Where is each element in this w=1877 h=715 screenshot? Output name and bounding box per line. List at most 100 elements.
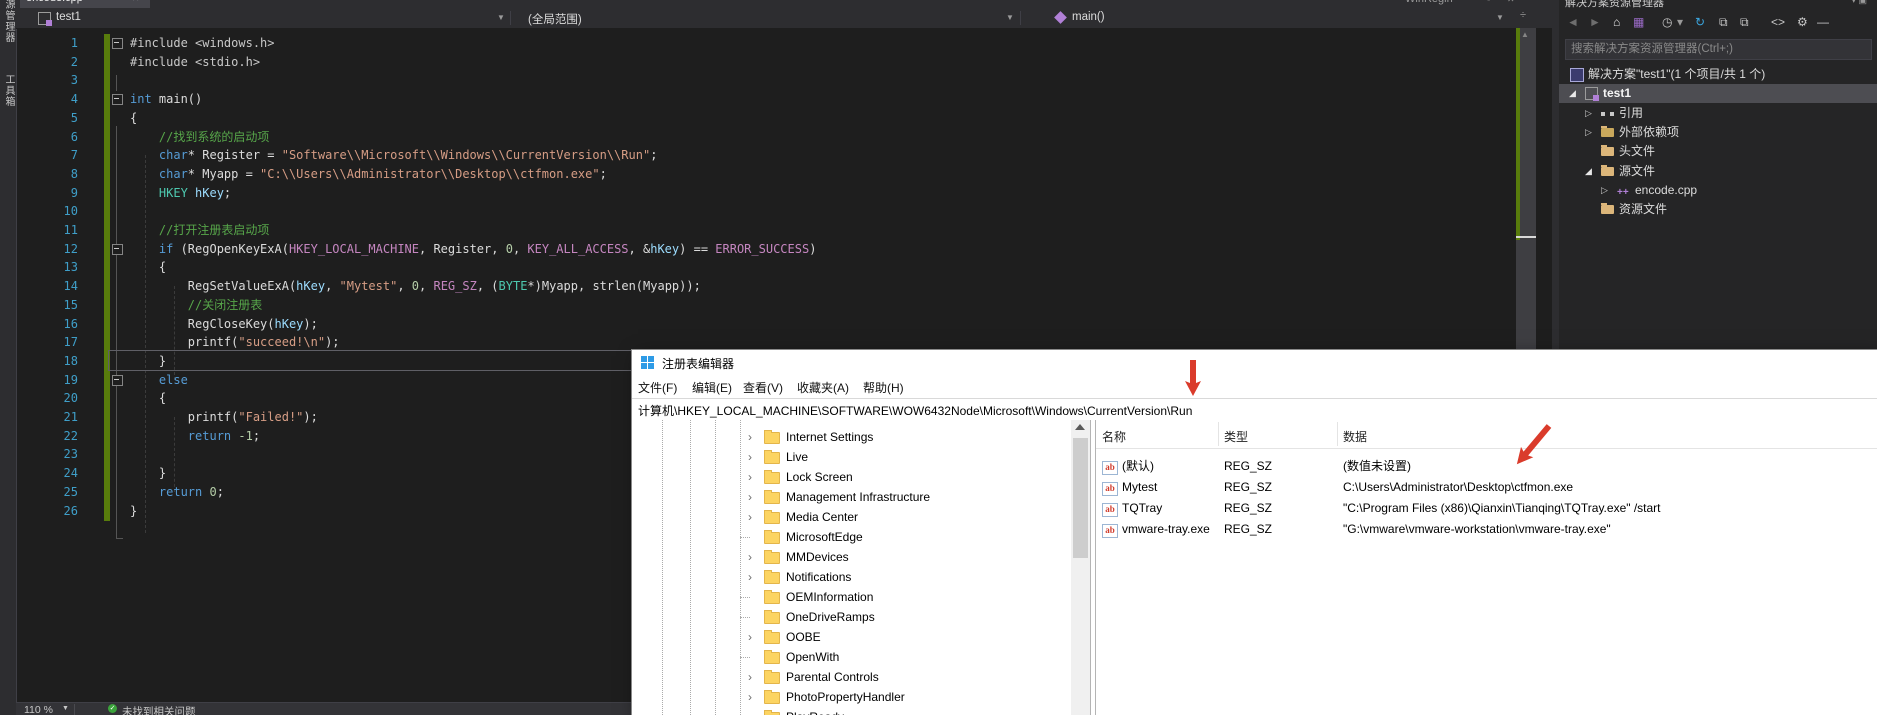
tree-collapsed-icon[interactable]: › [748,627,752,647]
chevron-down-icon[interactable]: ▼ [1496,13,1504,22]
chevron-down-icon[interactable]: ▼ [62,705,69,712]
tree-collapsed-icon[interactable]: › [748,467,752,487]
search-input[interactable]: 搜索解决方案资源管理器(Ctrl+;) [1565,39,1872,60]
column-header-1[interactable]: 类型 [1224,428,1248,445]
code-line[interactable]: 16 RegCloseKey(hKey); [16,315,1532,334]
registry-key-row[interactable]: OneDriveRamps [632,607,1071,627]
tree-collapsed-icon[interactable]: ▷ [1601,181,1608,200]
solution-tree-item-6[interactable]: ▷ ++ encode.cpp [1559,181,1877,200]
registry-value-row[interactable]: ab TQTray REG_SZ "C:\Program Files (x86)\Qi… [1096,498,1877,519]
solution-tree-item-7[interactable]: 资源文件 [1559,200,1877,219]
registry-key-row[interactable]: › Internet Settings [632,427,1071,447]
code-line[interactable]: 14 RegSetValueExA(hKey, "Mytest", 0, REG… [16,277,1532,296]
solution-tree-item-4[interactable]: 头文件 [1559,142,1877,161]
pending-changes-icon[interactable]: ◷ [1662,14,1672,30]
pin-icon[interactable]: ▾ ▣ [1851,0,1867,6]
menu-item-4[interactable]: 帮助(H) [863,379,904,396]
code-line[interactable]: 10 [16,202,1532,221]
code-line[interactable]: 15 //关闭注册表 [16,296,1532,315]
tree-scrollbar[interactable] [1071,420,1090,715]
scroll-up-icon[interactable] [1075,424,1085,430]
collapse-all-icon[interactable]: ― [1817,14,1829,30]
code-line[interactable]: 5{ [16,109,1532,128]
duplicate-icon[interactable]: ⧉ [1740,14,1749,30]
regedit-addressbar[interactable]: 计算机\HKEY_LOCAL_MACHINE\SOFTWARE\WOW6432N… [632,398,1877,422]
registry-key-row[interactable]: › MMDevices [632,547,1071,567]
code-line[interactable]: 8 char* Myapp = "C:\\Users\\Administrato… [16,165,1532,184]
code-line[interactable]: 6 //找到系统的启动项 [16,128,1532,147]
solution-tree-item-5[interactable]: ◢ 源文件 [1559,162,1877,181]
registry-key-row[interactable]: › OOBE [632,627,1071,647]
tree-collapsed-icon[interactable]: ▷ [1585,104,1592,123]
pin-icon[interactable]: ⚬ [116,0,124,4]
tree-collapsed-icon[interactable]: › [748,547,752,567]
registry-key-row[interactable]: › Live [632,447,1071,467]
code-line[interactable]: 3 [16,71,1532,90]
solution-tree-item-1[interactable]: ◢ test1 [1559,84,1877,104]
regedit-titlebar[interactable]: 注册表编辑器 [632,350,1877,375]
solution-tree-item-3[interactable]: ▷ 外部依赖项 [1559,123,1877,142]
tree-collapsed-icon[interactable]: ▷ [1585,123,1592,142]
registry-key-row[interactable]: MicrosoftEdge [632,527,1071,547]
code-line[interactable]: 9 HKEY hKey; [16,184,1532,203]
fold-collapse-icon[interactable] [112,94,123,106]
registry-key-row[interactable]: OEMInformation [632,587,1071,607]
tree-collapsed-icon[interactable]: › [748,447,752,467]
zoom-level-dropdown[interactable]: 110 % [24,704,53,715]
menu-item-1[interactable]: 编辑(E) [692,379,732,396]
tab-encode-cpp[interactable]: encode.cpp ⚬ ✕ [20,0,150,8]
tree-expanded-icon[interactable]: ◢ [1585,162,1592,181]
registry-key-row[interactable]: › PlayReady [632,707,1071,715]
registry-values-pane[interactable]: 名称 类型 数据 ab (默认) REG_SZ (数值未设置) ab Mytest REG_SZ C… [1096,420,1877,715]
menu-item-3[interactable]: 收藏夹(A) [797,379,849,396]
scroll-up-icon[interactable]: ▲ [1521,30,1529,39]
registry-key-row[interactable]: › Lock Screen [632,467,1071,487]
column-divider[interactable] [1218,422,1219,446]
column-header-0[interactable]: 名称 [1102,428,1126,445]
tree-expanded-icon[interactable]: ◢ [1569,84,1576,103]
properties-icon[interactable]: ⚙ [1797,14,1808,30]
code-line[interactable]: 11 //打开注册表启动项 [16,221,1532,240]
column-divider[interactable] [1337,422,1338,446]
registry-key-row[interactable]: OpenWith [632,647,1071,667]
registry-key-tree[interactable]: › Internet Settings › Live › Lock Screen › Mana… [632,420,1071,715]
view-code-icon[interactable]: <> [1771,14,1785,30]
forward-icon[interactable]: ► [1589,14,1601,30]
menu-item-0[interactable]: 文件(F) [638,379,677,396]
tree-collapsed-icon[interactable]: › [748,507,752,527]
member-dropdown[interactable]: main() [1072,11,1105,23]
registry-value-row[interactable]: ab vmware-tray.exe REG_SZ "G:\vmware\vmware… [1096,519,1877,540]
chevron-down-icon[interactable]: ▼ [497,13,505,22]
fold-collapse-icon[interactable] [112,374,123,386]
registry-key-row[interactable]: › Notifications [632,567,1071,587]
tree-collapsed-icon[interactable]: › [748,567,752,587]
editor-split-handle[interactable]: ÷ [1520,9,1526,21]
regedit-window[interactable]: 注册表编辑器 文件(F) 编辑(E) 查看(V) 收藏夹(A) 帮助(H) 计算机\HK… [632,350,1877,715]
close-window-icon[interactable]: ✕ [1507,0,1515,5]
tree-collapsed-icon[interactable]: › [748,487,752,507]
registry-key-row[interactable]: › Media Center [632,507,1071,527]
scrollbar-thumb[interactable] [1073,438,1088,558]
copy-icon[interactable]: ⧉ [1719,14,1728,30]
switch-views-icon[interactable]: ▦ [1633,14,1644,30]
column-header-2[interactable]: 数据 [1343,428,1367,445]
code-line[interactable]: 12 if (RegOpenKeyExA(HKEY_LOCAL_MACHINE,… [16,240,1532,259]
code-line[interactable]: 7 char* Register = "Software\\Microsoft\… [16,146,1532,165]
minimize-icon[interactable]: ▫ [1487,0,1490,4]
fold-collapse-icon[interactable] [112,243,123,255]
solution-tree-item-2[interactable]: ▷ 引用 [1559,104,1877,123]
registry-key-row[interactable]: › Parental Controls [632,667,1071,687]
home-icon[interactable]: ⌂ [1613,14,1620,30]
registry-key-row[interactable]: › PhotoPropertyHandler [632,687,1071,707]
sidebar-tab-toolbox[interactable]: 工具箱 [1,74,16,107]
tree-collapsed-icon[interactable]: › [748,707,752,715]
document-health-icon[interactable]: ✓ [108,704,117,713]
scope-dropdown[interactable]: (全局范围) [528,11,582,27]
tree-collapsed-icon[interactable]: › [748,687,752,707]
fold-collapse-icon[interactable] [112,38,123,49]
code-line[interactable]: 1 #include <windows.h> [16,34,1532,53]
code-line[interactable]: 4 int main() [16,90,1532,109]
project-dropdown[interactable]: test1 [56,11,81,23]
code-line[interactable]: 2 #include <stdio.h> [16,53,1532,72]
back-icon[interactable]: ◄ [1567,14,1579,30]
